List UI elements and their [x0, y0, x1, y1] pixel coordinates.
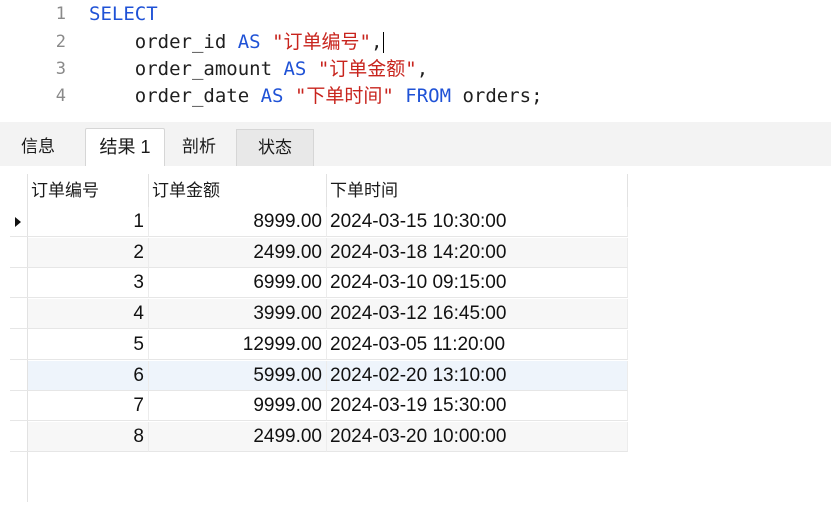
table-row[interactable]: 6 5999.00 2024-02-20 13:10:00 [0, 361, 628, 391]
cell-order-id[interactable]: 6 [28, 361, 149, 391]
cell-order-amount[interactable]: 6999.00 [149, 268, 327, 298]
line-number: 4 [55, 86, 66, 106]
cell-order-amount[interactable]: 9999.00 [149, 391, 327, 421]
cell-order-amount[interactable]: 5999.00 [149, 361, 327, 391]
row-indicator[interactable] [10, 238, 28, 268]
sql-keyword: SELECT [89, 3, 158, 25]
cell-order-id[interactable]: 7 [28, 391, 149, 421]
cell-order-id[interactable]: 1 [28, 207, 149, 237]
row-indicator[interactable] [10, 422, 28, 452]
sql-editor[interactable]: 1 SELECT 2 order_id AS "订单编号", 3 order_amou… [0, 0, 831, 122]
result-tabbar: 信息 结果 1 剖析 状态 [0, 122, 831, 167]
table-row[interactable]: 2 2499.00 2024-03-18 14:20:00 [0, 238, 628, 268]
column-header-order-amount[interactable]: 订单金额 [149, 174, 327, 207]
sql-keyword: FROM [405, 85, 452, 107]
tab-profile[interactable]: 剖析 [163, 129, 235, 165]
cell-order-date[interactable]: 2024-03-19 15:30:00 [327, 391, 628, 421]
current-row-arrow-icon [15, 217, 21, 227]
sql-token: order_amount [89, 58, 284, 80]
tab-status[interactable]: 状态 [236, 129, 314, 166]
row-indicator[interactable] [10, 391, 28, 421]
sql-string: "订单金额" [317, 58, 417, 80]
cell-order-date[interactable]: 2024-03-12 16:45:00 [327, 299, 628, 329]
sql-keyword: AS [237, 31, 261, 53]
code-text: SELECT [89, 2, 158, 26]
sql-token: orders; [451, 85, 543, 107]
code-text: order_date AS "下单时间" FROM orders; [89, 84, 543, 108]
result-grid[interactable]: 订单编号 订单金额 下单时间 1 8999.00 2024-03-15 10:30:… [0, 166, 831, 517]
row-indicator[interactable] [10, 268, 28, 298]
sql-string: "订单编号" [272, 31, 371, 53]
table-row[interactable]: 8 2499.00 2024-03-20 10:00:00 [0, 422, 628, 452]
sql-keyword: AS [283, 58, 307, 80]
row-indicator[interactable] [10, 361, 28, 391]
cell-order-date[interactable]: 2024-03-05 11:20:00 [327, 330, 628, 360]
code-text: order_amount AS "订单金额", [89, 57, 428, 81]
table-row[interactable]: 1 8999.00 2024-03-15 10:30:00 [0, 207, 628, 237]
line-number: 2 [55, 32, 66, 52]
line-number: 3 [55, 59, 66, 79]
cell-order-date[interactable]: 2024-03-10 09:15:00 [327, 268, 628, 298]
cell-order-id[interactable]: 2 [28, 238, 149, 268]
cell-order-amount[interactable]: 12999.00 [149, 330, 327, 360]
cell-order-amount[interactable]: 2499.00 [149, 238, 327, 268]
cell-order-id[interactable]: 3 [28, 268, 149, 298]
sql-token: , [370, 31, 383, 53]
column-header-order-id[interactable]: 订单编号 [28, 174, 149, 207]
tab-info[interactable]: 信息 [6, 129, 70, 165]
sql-token: , [416, 58, 429, 80]
column-header-order-date[interactable]: 下单时间 [327, 174, 628, 207]
code-text: order_id AS "订单编号", [89, 30, 385, 54]
table-row[interactable]: 4 3999.00 2024-03-12 16:45:00 [0, 299, 628, 329]
text-caret [383, 32, 385, 53]
row-indicator[interactable] [10, 207, 28, 237]
sql-token: order_date [89, 85, 261, 107]
cell-order-amount[interactable]: 3999.00 [149, 299, 327, 329]
row-indicator[interactable] [10, 330, 28, 360]
line-number: 1 [55, 4, 66, 24]
table-row[interactable]: 7 9999.00 2024-03-19 15:30:00 [0, 391, 628, 421]
table-row[interactable]: 3 6999.00 2024-03-10 09:15:00 [0, 268, 628, 298]
cell-order-amount[interactable]: 2499.00 [149, 422, 327, 452]
cell-order-amount[interactable]: 8999.00 [149, 207, 327, 237]
sql-token: order_id [89, 31, 238, 53]
row-indicator[interactable] [10, 299, 28, 329]
cell-order-date[interactable]: 2024-02-20 13:10:00 [327, 361, 628, 391]
sql-keyword: AS [260, 85, 284, 107]
tab-result-1[interactable]: 结果 1 [85, 128, 165, 167]
cell-order-id[interactable]: 4 [28, 299, 149, 329]
cell-order-date[interactable]: 2024-03-15 10:30:00 [327, 207, 628, 237]
table-row[interactable]: 5 12999.00 2024-03-05 11:20:00 [0, 330, 628, 360]
sql-string: "下单时间" [294, 85, 394, 107]
cell-order-date[interactable]: 2024-03-18 14:20:00 [327, 238, 628, 268]
grid-header: 订单编号 订单金额 下单时间 [0, 174, 628, 207]
cell-order-id[interactable]: 8 [28, 422, 149, 452]
cell-order-id[interactable]: 5 [28, 330, 149, 360]
cell-order-date[interactable]: 2024-03-20 10:00:00 [327, 422, 628, 452]
